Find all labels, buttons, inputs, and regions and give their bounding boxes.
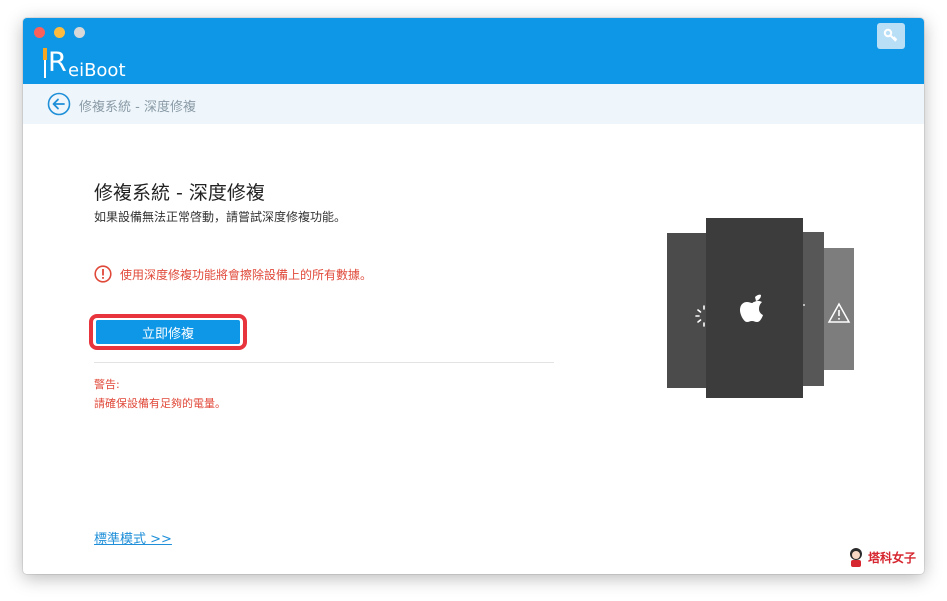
breadcrumb: 修複系統 - 深度修複: [79, 100, 196, 115]
device-illustration: [667, 218, 854, 398]
warning-row: 使用深度修複功能將會擦除設備上的所有數據。: [94, 264, 372, 284]
fix-now-button[interactable]: 立即修複: [96, 320, 240, 344]
alert-circle-icon: [94, 265, 112, 283]
maximize-window-button[interactable]: [74, 27, 85, 38]
page-title: 修複系統 - 深度修複: [94, 182, 265, 204]
page-subtitle: 如果設備無法正常啓動，請嘗試深度修複功能。: [94, 210, 347, 224]
register-key-button[interactable]: [877, 23, 905, 49]
warning-text: 使用深度修複功能將會擦除設備上的所有數據。: [120, 267, 373, 282]
screen-loading-card: [667, 233, 711, 388]
watermark-text: 塔科女子: [868, 550, 917, 565]
logo-letter: R: [48, 47, 67, 78]
screen-alert-card: [821, 248, 854, 370]
watermark: 塔科女子: [847, 546, 916, 568]
avatar-icon: [850, 548, 862, 567]
note-body: 請確保設備有足夠的電量。: [94, 397, 226, 410]
divider: [94, 362, 554, 363]
fix-button-highlight: 立即修複: [89, 314, 247, 350]
title-bar: R eiBoot: [23, 18, 924, 84]
key-icon: [883, 28, 898, 42]
standard-mode-link[interactable]: 標準模式 >>: [94, 528, 172, 547]
note-title: 警告:: [94, 378, 120, 391]
breadcrumb-bar: 修複系統 - 深度修複: [23, 84, 924, 124]
close-window-button[interactable]: [34, 27, 45, 38]
app-name: eiBoot: [68, 60, 126, 81]
minimize-window-button[interactable]: [54, 27, 65, 38]
back-arrow-icon[interactable]: [47, 92, 71, 116]
app-window: R eiBoot 修複系統 - 深度修複 修複系統 - 深度修複 如果設備無法正…: [23, 18, 924, 574]
